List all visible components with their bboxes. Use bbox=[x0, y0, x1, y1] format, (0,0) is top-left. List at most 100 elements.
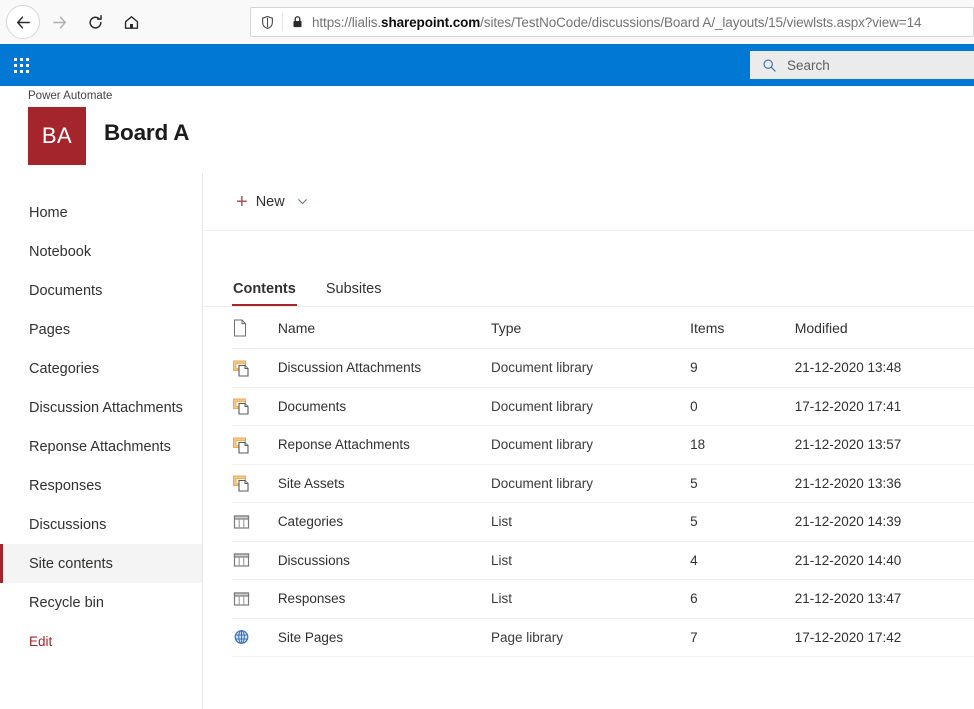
sidebar-item-responses[interactable]: Responses bbox=[0, 466, 202, 505]
row-modified: 21-12-2020 14:40 bbox=[794, 552, 902, 568]
plus-icon: + bbox=[236, 190, 248, 213]
chevron-down-icon bbox=[297, 196, 308, 207]
table-row[interactable]: Discussion Attachments Document library … bbox=[232, 349, 974, 388]
sidebar-item-documents[interactable]: Documents bbox=[0, 271, 202, 310]
row-modified: 21-12-2020 13:48 bbox=[794, 360, 902, 376]
sidebar-item-reponse-attachments[interactable]: Reponse Attachments bbox=[0, 427, 202, 466]
row-type: List bbox=[490, 591, 512, 607]
document-library-icon bbox=[233, 398, 249, 415]
page-library-icon bbox=[234, 630, 249, 645]
page-title[interactable]: Board A bbox=[104, 120, 189, 146]
search-placeholder: Search bbox=[787, 57, 830, 73]
sidebar-item-label: Pages bbox=[29, 321, 71, 338]
forward-button[interactable] bbox=[42, 5, 76, 39]
search-icon bbox=[762, 58, 777, 73]
row-type: Document library bbox=[490, 398, 593, 414]
row-icon bbox=[232, 358, 278, 378]
row-name[interactable]: Site Pages bbox=[278, 630, 491, 645]
row-name[interactable]: Responses bbox=[278, 591, 491, 606]
row-items: 5 bbox=[690, 475, 698, 491]
tracking-shield-icon[interactable] bbox=[257, 15, 282, 30]
row-icon bbox=[232, 473, 278, 493]
row-icon bbox=[232, 550, 278, 570]
row-type: Document library bbox=[490, 437, 593, 453]
row-name[interactable]: Site Assets bbox=[278, 476, 491, 491]
row-items: 4 bbox=[690, 552, 698, 568]
url-scheme: https://lialis. bbox=[312, 14, 382, 30]
sidebar-item-label: Recycle bin bbox=[29, 594, 104, 611]
tab-contents[interactable]: Contents bbox=[232, 281, 297, 306]
row-items: 6 bbox=[690, 591, 698, 607]
sidebar-item-label: Discussion Attachments bbox=[29, 399, 183, 416]
table-row[interactable]: Reponse Attachments Document library 18 … bbox=[232, 426, 974, 465]
column-header-name[interactable]: Name bbox=[278, 320, 491, 336]
table-row[interactable]: Site Assets Document library 5 21-12-202… bbox=[232, 465, 974, 503]
reload-button[interactable] bbox=[78, 5, 112, 39]
new-button[interactable]: + New bbox=[232, 184, 312, 220]
row-icon bbox=[232, 396, 278, 416]
sidebar-item-label: Notebook bbox=[29, 243, 92, 260]
row-icon bbox=[232, 435, 278, 455]
sidebar-item-notebook[interactable]: Notebook bbox=[0, 232, 202, 271]
table-row[interactable]: Site Pages Page library 7 17-12-2020 17:… bbox=[232, 619, 974, 657]
sidebar-item-recycle-bin[interactable]: Recycle bin bbox=[0, 583, 202, 622]
table-row[interactable]: Categories List 5 21-12-2020 14:39 bbox=[232, 503, 974, 542]
row-items: 0 bbox=[690, 398, 698, 414]
search-box[interactable]: Search bbox=[750, 51, 974, 79]
table-row[interactable]: Responses List 6 21-12-2020 13:47 bbox=[232, 580, 974, 619]
sidebar-edit-link[interactable]: Edit bbox=[0, 622, 202, 661]
row-type: List bbox=[490, 514, 512, 530]
row-name[interactable]: Documents bbox=[278, 399, 491, 414]
row-items: 9 bbox=[690, 360, 698, 376]
browser-toolbar: https://lialis.sharepoint.com/sites/Test… bbox=[0, 0, 974, 44]
sidebar-item-label: Discussions bbox=[29, 516, 107, 533]
row-name[interactable]: Discussions bbox=[278, 553, 491, 568]
site-header: Power Automate BA Board A bbox=[0, 86, 974, 173]
row-modified: 21-12-2020 13:36 bbox=[794, 475, 902, 491]
table-row[interactable]: Discussions List 4 21-12-2020 14:40 bbox=[232, 542, 974, 580]
left-navigation: Home Notebook Documents Pages Categories… bbox=[0, 173, 203, 709]
table-row[interactable]: Documents Document library 0 17-12-2020 … bbox=[232, 388, 974, 426]
column-header-icon[interactable] bbox=[232, 319, 278, 337]
main-content: + New Contents Subsites Name Type Items bbox=[204, 173, 974, 709]
tab-label: Subsites bbox=[325, 281, 382, 297]
sidebar-item-label: Site contents bbox=[29, 555, 113, 572]
new-button-label: New bbox=[255, 193, 285, 210]
sidebar-item-home[interactable]: Home bbox=[0, 193, 202, 232]
table-header-row: Name Type Items Modified bbox=[232, 307, 974, 349]
lock-icon[interactable] bbox=[283, 15, 312, 29]
arrow-left-icon bbox=[16, 15, 30, 29]
site-logo: BA bbox=[28, 107, 86, 165]
browser-nav-buttons bbox=[0, 5, 148, 39]
reload-icon bbox=[88, 14, 102, 29]
sidebar-item-pages[interactable]: Pages bbox=[0, 310, 202, 349]
sidebar-item-discussions[interactable]: Discussions bbox=[0, 505, 202, 544]
hub-site-name[interactable]: Power Automate bbox=[28, 90, 112, 102]
row-type: Document library bbox=[490, 475, 593, 491]
list-icon bbox=[233, 592, 250, 606]
column-header-type[interactable]: Type bbox=[491, 320, 690, 336]
home-button[interactable] bbox=[114, 5, 148, 39]
row-type: Document library bbox=[490, 360, 593, 376]
app-launcher-icon bbox=[13, 57, 29, 73]
sidebar-edit-label: Edit bbox=[29, 634, 53, 649]
address-bar[interactable]: https://lialis.sharepoint.com/sites/Test… bbox=[250, 7, 974, 37]
urlbar-container: https://lialis.sharepoint.com/sites/Test… bbox=[148, 7, 974, 37]
sidebar-item-label: Categories bbox=[29, 360, 100, 377]
tab-subsites[interactable]: Subsites bbox=[325, 281, 383, 306]
row-modified: 17-12-2020 17:41 bbox=[794, 398, 902, 414]
column-header-items[interactable]: Items bbox=[690, 320, 795, 336]
sidebar-item-label: Home bbox=[29, 204, 68, 221]
column-header-modified[interactable]: Modified bbox=[795, 320, 974, 336]
sidebar-item-discussion-attachments[interactable]: Discussion Attachments bbox=[0, 388, 202, 427]
row-items: 5 bbox=[690, 514, 698, 530]
list-icon bbox=[233, 515, 250, 529]
sidebar-item-categories[interactable]: Categories bbox=[0, 349, 202, 388]
row-name[interactable]: Categories bbox=[278, 514, 491, 529]
row-name[interactable]: Reponse Attachments bbox=[278, 437, 491, 452]
row-name[interactable]: Discussion Attachments bbox=[278, 360, 491, 375]
row-type: List bbox=[490, 552, 512, 568]
app-launcher-button[interactable] bbox=[0, 44, 42, 86]
back-button[interactable] bbox=[6, 5, 40, 39]
sidebar-item-site-contents[interactable]: Site contents bbox=[0, 544, 202, 583]
